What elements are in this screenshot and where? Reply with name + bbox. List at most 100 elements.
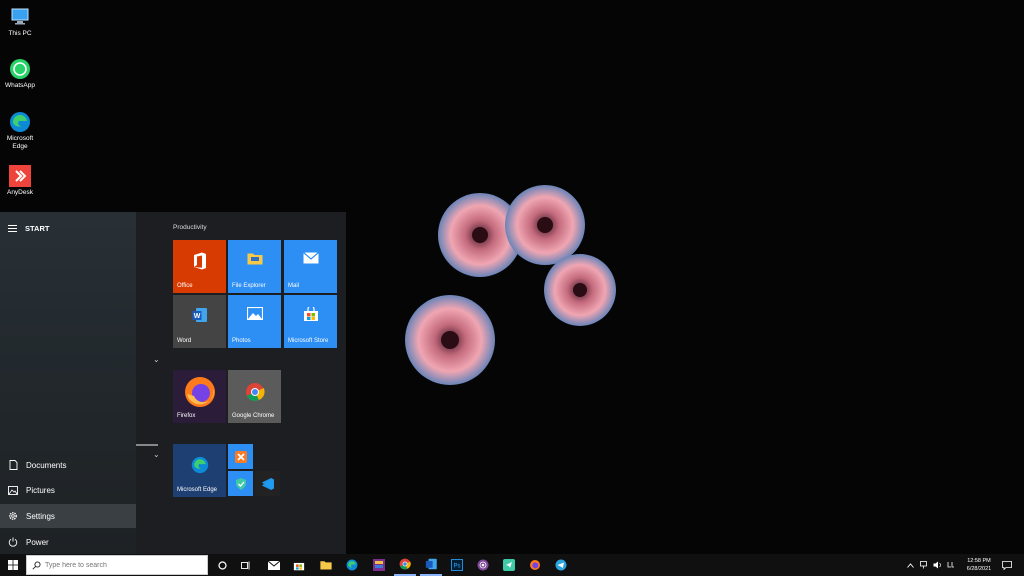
start-item-label: Settings: [26, 511, 55, 521]
taskbar-green-app[interactable]: [498, 554, 520, 576]
start-menu-title: START: [25, 224, 50, 233]
start-menu-sidebar: START Documents Pictures Settings Power: [0, 212, 136, 554]
start-item-label: Power: [26, 537, 49, 547]
hamburger-menu-icon: [8, 228, 17, 229]
anydesk-icon: [9, 165, 31, 187]
taskbar-winrar[interactable]: [368, 554, 390, 576]
tile-group-label: Productivity: [173, 224, 207, 231]
shield-check-icon: [235, 477, 246, 490]
start-item-power[interactable]: Power: [0, 530, 136, 554]
photos-icon: [228, 307, 281, 320]
tile-shield-app[interactable]: [228, 471, 253, 496]
volume-icon[interactable]: [930, 554, 944, 576]
svg-text:Ps: Ps: [453, 564, 460, 570]
desktop-icon-microsoft-edge[interactable]: Microsoft Edge: [0, 111, 40, 151]
tile-vscode[interactable]: [255, 471, 280, 496]
mail-icon: [268, 560, 280, 570]
clock-date: 6/28/2021: [966, 566, 992, 572]
start-item-label: Documents: [26, 460, 67, 470]
tile-label: Office: [177, 283, 193, 289]
taskbar-chrome[interactable]: [394, 554, 416, 576]
tile-microsoft-store[interactable]: Microsoft Store: [284, 295, 337, 348]
desktop-icon-this-pc[interactable]: This PC: [0, 6, 40, 38]
tile-microsoft-edge[interactable]: Microsoft Edge: [173, 444, 226, 497]
tile-label: Microsoft Edge: [177, 487, 218, 493]
photoshop-icon: Ps: [451, 559, 463, 571]
taskbar-edge[interactable]: [341, 554, 363, 576]
taskbar-mail[interactable]: [263, 554, 285, 576]
edge-icon: [173, 456, 226, 474]
tile-word[interactable]: W Word: [173, 295, 226, 348]
chevron-down-icon[interactable]: ⌄: [153, 355, 160, 364]
task-view-button[interactable]: [236, 554, 256, 576]
desktop-icon-label: AnyDesk: [6, 189, 33, 196]
paper-plane-app-icon: [503, 559, 515, 571]
search-icon: [27, 560, 45, 570]
tile-photos[interactable]: Photos: [228, 295, 281, 348]
pc-icon: [9, 6, 31, 28]
tile-xampp[interactable]: [228, 444, 253, 469]
edge-icon: [346, 559, 358, 571]
cortana-button[interactable]: [212, 554, 232, 576]
tile-google-chrome[interactable]: Google Chrome: [228, 370, 281, 423]
tile-firefox[interactable]: Firefox: [173, 370, 226, 423]
start-item-documents[interactable]: Documents: [0, 453, 136, 477]
folder-icon: [320, 561, 332, 570]
tile-label: Google Chrome: [232, 413, 275, 419]
store-icon: [293, 562, 305, 570]
document-icon: [0, 460, 26, 470]
tile-label: Firefox: [177, 413, 196, 419]
tile-file-explorer[interactable]: File Explorer: [228, 240, 281, 293]
word-icon: W: [173, 307, 226, 323]
taskbar-telegram[interactable]: [550, 554, 572, 576]
gear-icon: [0, 511, 26, 521]
search-input[interactable]: [45, 561, 185, 569]
tile-label: Word: [177, 338, 192, 344]
cortana-circle-icon: [217, 560, 227, 570]
tile-mail[interactable]: Mail: [284, 240, 337, 293]
start-menu-tiles: Productivity Office File Explorer Mail W: [136, 212, 346, 554]
network-icon[interactable]: [917, 554, 931, 576]
start-menu: START Documents Pictures Settings Power: [0, 212, 346, 554]
svg-text:W: W: [193, 313, 200, 320]
start-button[interactable]: [0, 554, 26, 576]
desktop-icon-label: WhatsApp: [5, 82, 35, 89]
start-item-pictures[interactable]: Pictures: [0, 478, 136, 502]
chevron-down-icon[interactable]: ⌄: [153, 450, 160, 459]
vscode-icon: [261, 477, 274, 490]
flower-wallpaper-image: [405, 185, 616, 385]
start-menu-header[interactable]: START: [8, 224, 49, 233]
taskbar-firefox[interactable]: [524, 554, 546, 576]
action-center-button[interactable]: [998, 554, 1016, 576]
chrome-icon: [228, 382, 281, 402]
tile-label: Mail: [288, 283, 300, 289]
firefox-icon: [530, 560, 540, 570]
desktop-icon-whatsapp[interactable]: WhatsApp: [0, 58, 40, 90]
tile-label: Microsoft Store: [288, 338, 329, 344]
taskbar-store[interactable]: [288, 554, 310, 576]
taskbar-file-explorer[interactable]: [315, 554, 337, 576]
xampp-icon: [234, 450, 247, 463]
mail-icon: [284, 252, 337, 264]
pictures-icon: [0, 485, 26, 495]
start-item-settings[interactable]: Settings: [0, 504, 136, 528]
desktop-icon-anydesk[interactable]: AnyDesk: [0, 165, 40, 197]
tray-chevron-up-icon[interactable]: [903, 554, 917, 576]
taskbar-search-box[interactable]: [26, 555, 208, 575]
office-icon: [173, 252, 226, 270]
edge-icon: [9, 111, 31, 133]
taskbar-word[interactable]: [420, 554, 442, 576]
power-icon: [0, 537, 26, 547]
tile-label: Photos: [232, 338, 251, 344]
task-view-icon: [241, 561, 250, 569]
taskbar-tor-browser[interactable]: [472, 554, 494, 576]
language-icon[interactable]: [944, 554, 958, 576]
clock[interactable]: 12:58 PM 6/28/2021: [958, 557, 1000, 573]
scroll-indicator[interactable]: [136, 444, 158, 446]
desktop-icon-label: Microsoft Edge: [6, 135, 34, 150]
windows-logo-icon: [8, 560, 18, 570]
taskbar-photoshop[interactable]: Ps: [446, 554, 468, 576]
tile-office[interactable]: Office: [173, 240, 226, 293]
whatsapp-icon: [9, 58, 31, 80]
start-item-label: Pictures: [26, 485, 55, 495]
